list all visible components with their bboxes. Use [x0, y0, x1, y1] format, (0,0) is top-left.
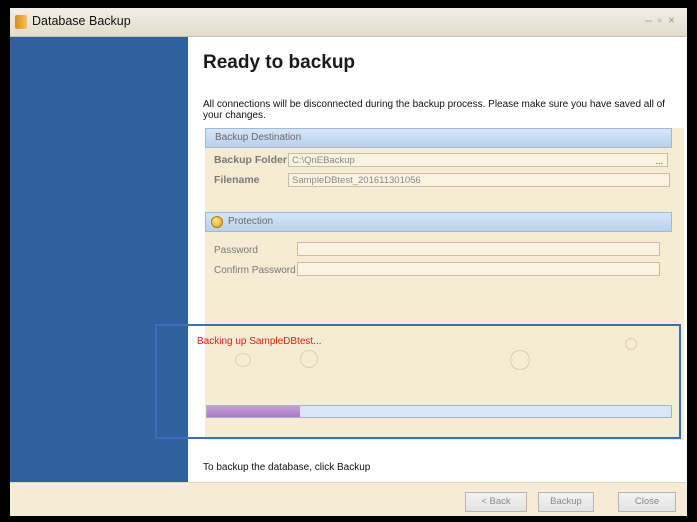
title-bar[interactable]: Database Backup –▫× — [10, 8, 687, 37]
window-controls: –▫× — [645, 13, 681, 27]
backup-folder-field[interactable]: C:\QnEBackup ... — [288, 153, 668, 167]
confirm-password-field[interactable] — [297, 262, 660, 276]
protection-icon — [211, 216, 223, 228]
close-button[interactable]: Close — [618, 492, 676, 512]
backup-window: Database Backup –▫× Ready to backup All … — [10, 8, 687, 516]
filename-field[interactable]: SampleDBtest_201611301056 — [288, 173, 670, 187]
minimize-icon[interactable]: – — [645, 13, 658, 27]
maximize-icon[interactable]: ▫ — [658, 13, 668, 27]
browse-folder-button[interactable]: ... — [655, 154, 663, 168]
backup-folder-value: C:\QnEBackup — [292, 155, 355, 166]
button-bar: < Back Backup Close — [10, 482, 687, 516]
confirm-password-label: Confirm Password — [214, 265, 296, 276]
protection-label: Protection — [228, 216, 274, 227]
filename-label: Filename — [214, 174, 260, 186]
protection-header[interactable]: Protection — [205, 212, 672, 232]
backup-destination-label: Backup Destination — [215, 132, 302, 143]
close-icon[interactable]: × — [668, 13, 681, 27]
filename-value: SampleDBtest_201611301056 — [292, 175, 421, 186]
backup-folder-label: Backup Folder — [214, 154, 287, 166]
page-title: Ready to backup — [203, 52, 356, 73]
window-title: Database Backup — [32, 14, 131, 28]
backup-destination-header[interactable]: Backup Destination — [205, 128, 672, 148]
intro-text: All connections will be disconnected dur… — [203, 99, 665, 121]
backup-button[interactable]: Backup — [538, 492, 594, 512]
highlight-box — [155, 324, 681, 439]
back-button[interactable]: < Back — [465, 492, 527, 512]
password-label: Password — [214, 245, 258, 256]
database-icon — [15, 15, 27, 29]
password-field[interactable] — [297, 242, 660, 256]
instruction-text: To backup the database, click Backup — [203, 462, 371, 473]
